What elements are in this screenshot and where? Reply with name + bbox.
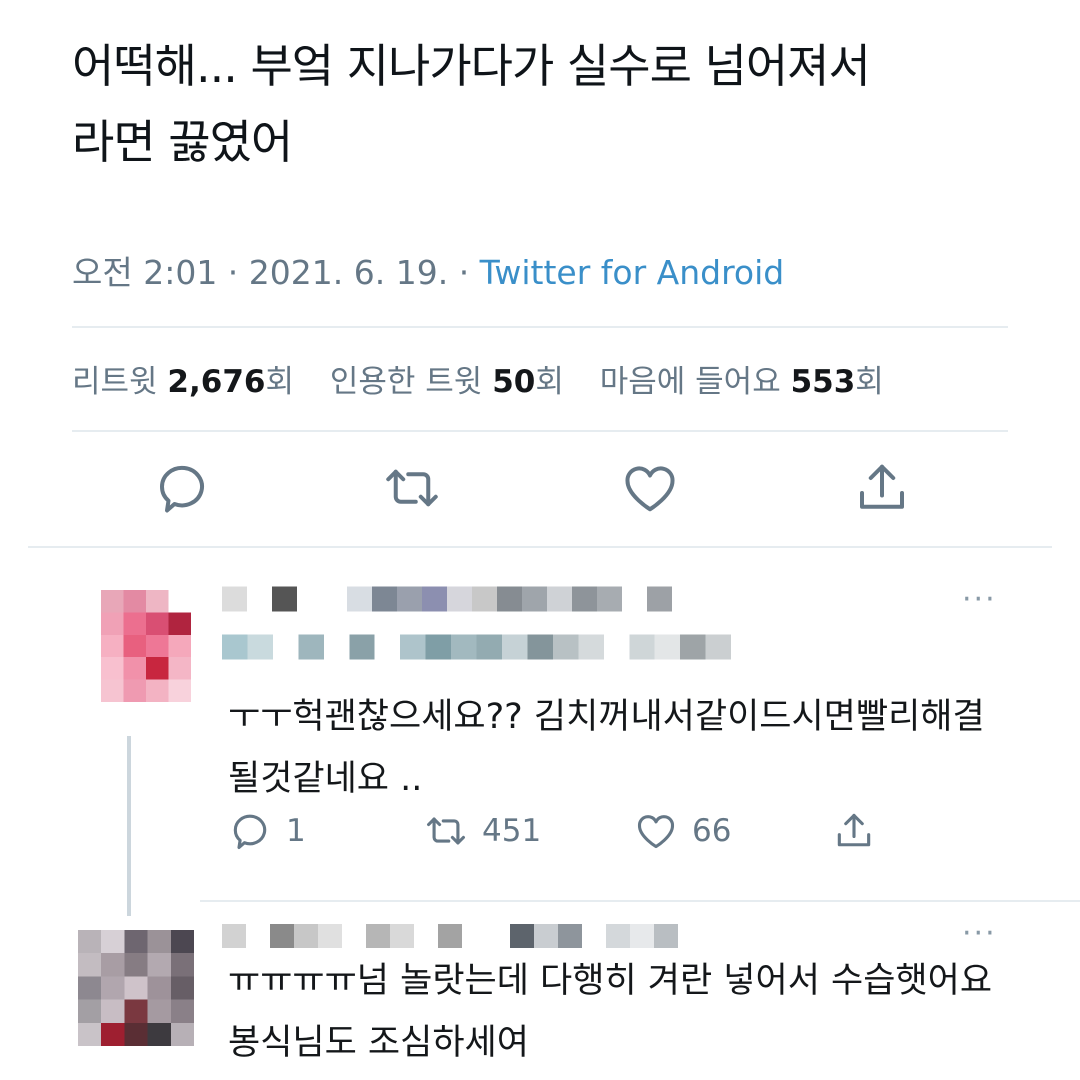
retweet-button[interactable] [382, 458, 452, 528]
like-stat-label: 마음에 들어요 [599, 364, 781, 400]
reply-icon [233, 814, 267, 850]
reply-text-line-1: ㅠㅠㅠㅠ넘 놀랏는데 다행히 겨란 넣어서 수습햇어요 [228, 961, 993, 1001]
like-count: 66 [692, 813, 732, 849]
censored-name [222, 924, 678, 948]
reply-author-name[interactable] [222, 924, 702, 952]
avatar[interactable] [78, 928, 194, 1048]
share-button[interactable] [832, 806, 876, 856]
censored-name [222, 586, 672, 612]
retweet-stat-unit: 회 [265, 364, 295, 400]
more-icon[interactable]: ··· [962, 582, 997, 617]
reply-button[interactable]: 1 [228, 806, 306, 856]
like-button[interactable] [620, 458, 690, 528]
like-stat-unit: 회 [855, 364, 884, 400]
share-button[interactable] [852, 458, 922, 528]
reply-icon [159, 465, 204, 513]
like-stat-count: 553 [790, 364, 856, 400]
divider [72, 326, 1008, 328]
retweet-icon [427, 817, 465, 845]
avatar[interactable] [98, 590, 194, 702]
heart-icon [625, 466, 675, 512]
more-icon[interactable]: ··· [962, 916, 997, 951]
tweet-text-line-1: 어떡해... 부엌 지나가다가 실수로 넘어져서 [72, 39, 871, 93]
quote-stat[interactable]: 인용한 트윗 50회 [330, 364, 564, 400]
retweet-count: 451 [482, 813, 542, 849]
quote-stat-label: 인용한 트윗 [329, 364, 483, 400]
retweet-icon [386, 469, 438, 507]
tweet-actions [130, 458, 950, 528]
retweet-button[interactable]: 451 [424, 806, 541, 856]
quote-stat-count: 50 [492, 364, 536, 400]
censored-handle [222, 634, 732, 660]
reply-author-handle[interactable] [222, 634, 782, 664]
heart-icon [637, 815, 675, 849]
tweet-timestamp[interactable]: 오전 2:01 · 2021. 6. 19. · [72, 253, 480, 292]
reply-actions: 1 451 66 [228, 806, 908, 856]
tweet-source-link[interactable]: Twitter for Android [480, 253, 785, 292]
tweet-text-line-2: 라면 끓였어 [72, 115, 293, 169]
reply-text-line-2: 봉식님도 조심하세여 [228, 1023, 529, 1063]
like-stat[interactable]: 마음에 들어요 553회 [600, 364, 884, 400]
retweet-stat[interactable]: 리트윗 2,676회 [72, 364, 294, 400]
reply-text: ㅜㅜ헉괜찮으세요?? 김치꺼내서같이드시면빨리해결 될것같네요 .. [228, 686, 985, 810]
tweet-meta: 오전 2:01 · 2021. 6. 19. · Twitter for And… [72, 246, 784, 294]
reply-text-line-1: ㅜㅜ헉괜찮으세요?? 김치꺼내서같이드시면빨리해결 [228, 697, 985, 737]
reply-author-name[interactable] [222, 586, 722, 616]
tweet-text: 어떡해... 부엌 지나가다가 실수로 넘어져서 라면 끓였어 [72, 28, 1032, 180]
reply-text-line-2: 될것같네요 .. [228, 759, 423, 799]
reply-button[interactable] [152, 458, 222, 528]
tweet-stats: 리트윗 2,676회 인용한 트윗 50회 마음에 들어요 553회 [72, 356, 884, 401]
quote-stat-unit: 회 [535, 364, 564, 400]
divider [200, 900, 1080, 902]
divider [28, 546, 1052, 548]
thread-line [127, 736, 131, 916]
share-icon [837, 813, 871, 847]
avatar-image [101, 590, 191, 702]
share-icon [860, 464, 904, 509]
divider [72, 430, 1008, 432]
like-button[interactable]: 66 [634, 806, 731, 856]
reply-count: 1 [286, 813, 306, 849]
retweet-stat-label: 리트윗 [72, 364, 158, 400]
retweet-stat-count: 2,676 [167, 364, 266, 400]
avatar-image [78, 930, 194, 1046]
reply-text: ㅠㅠㅠㅠ넘 놀랏는데 다행히 겨란 넣어서 수습햇어요 봉식님도 조심하세여 [228, 950, 992, 1074]
